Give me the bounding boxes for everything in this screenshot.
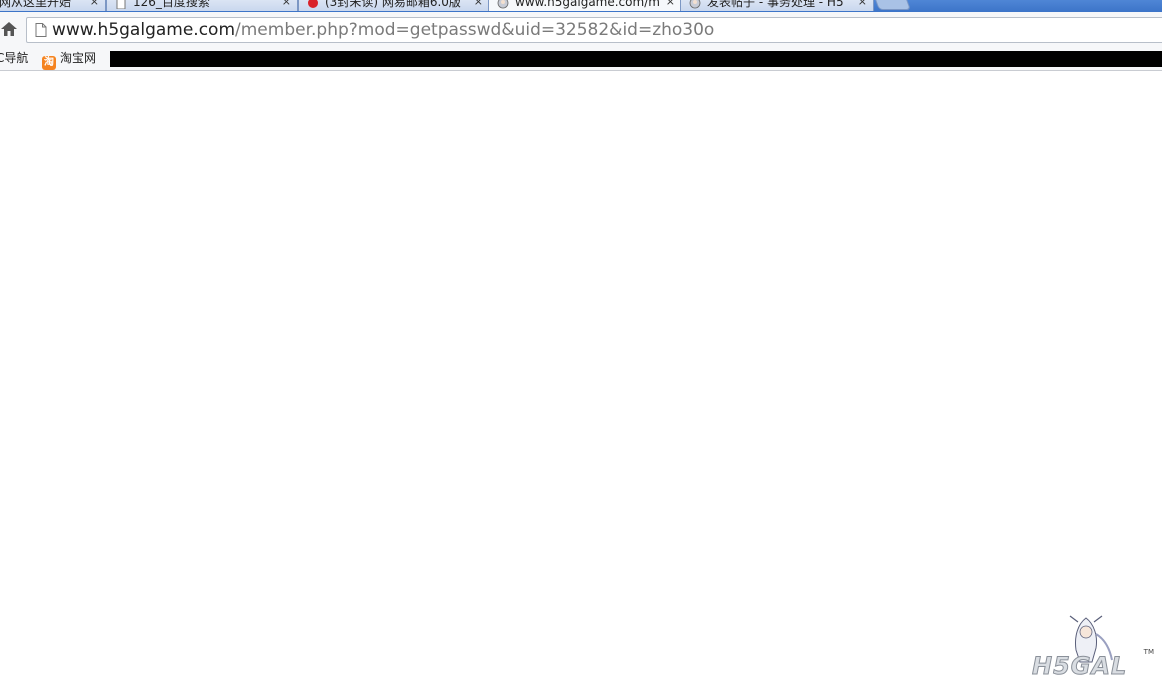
- tab-strip: 网从这里开始 × 126_百度搜索 × (3封未读) 网易邮箱6.0版 × ww…: [0, 0, 1162, 12]
- tab-title: www.h5galgame.com/m: [515, 0, 659, 9]
- browser-toolbar: www.h5galgame.com/member.php?mod=getpass…: [0, 12, 1162, 46]
- tab-title: 126_百度搜索: [133, 0, 210, 9]
- bookmark-label: C导航: [0, 51, 29, 65]
- browser-window: 网从这里开始 × 126_百度搜索 × (3封未读) 网易邮箱6.0版 × ww…: [0, 0, 1162, 686]
- page-icon: [35, 23, 47, 37]
- tab-h5galgame-active[interactable]: www.h5galgame.com/m ×: [488, 0, 682, 11]
- bookmark-c-nav[interactable]: C导航: [0, 46, 28, 70]
- new-tab-button[interactable]: [873, 0, 911, 10]
- tab-start-page[interactable]: 网从这里开始 ×: [0, 0, 106, 11]
- redacted-bookmarks: [110, 51, 1162, 67]
- url-text[interactable]: www.h5galgame.com/member.php?mod=getpass…: [52, 18, 714, 42]
- page-icon: [116, 0, 126, 9]
- logo-text: H5GAL: [1031, 652, 1128, 681]
- tab-title: 网从这里开始: [0, 0, 72, 9]
- tab-title: 发表帖子 - 事务处理 - H5: [707, 0, 844, 9]
- tab-post-thread[interactable]: 发表帖子 - 事务处理 - H5 ×: [680, 0, 874, 11]
- bookmark-taobao[interactable]: 淘淘宝网: [42, 46, 96, 70]
- bookmarks-bar: C导航 淘淘宝网: [0, 46, 1162, 71]
- page-content: H5GAL TM: [0, 71, 1162, 686]
- tab-close-icon[interactable]: ×: [474, 0, 483, 11]
- tab-title: (3封未读) 网易邮箱6.0版: [325, 0, 461, 9]
- tab-baidu-search[interactable]: 126_百度搜索 ×: [106, 0, 298, 11]
- url-host: www.h5galgame.com: [52, 20, 236, 40]
- logo-trademark: TM: [1143, 648, 1154, 656]
- bookmark-label: 淘宝网: [60, 51, 97, 65]
- anime-avatar-icon: [497, 0, 509, 9]
- address-bar[interactable]: www.h5galgame.com/member.php?mod=getpass…: [26, 17, 1162, 43]
- taobao-icon: 淘: [42, 56, 56, 70]
- netease-mail-icon: [308, 0, 318, 8]
- tab-close-icon[interactable]: ×: [858, 0, 867, 11]
- h5gal-logo: H5GAL TM: [1030, 614, 1158, 682]
- tab-close-icon[interactable]: ×: [666, 0, 675, 11]
- url-path: /member.php?mod=getpasswd&uid=32582&id=z…: [235, 20, 715, 40]
- tab-close-icon[interactable]: ×: [282, 0, 291, 11]
- tab-close-icon[interactable]: ×: [90, 0, 99, 11]
- anime-avatar-icon: [689, 0, 701, 9]
- home-icon[interactable]: [0, 20, 18, 38]
- tab-netease-mail[interactable]: (3封未读) 网易邮箱6.0版 ×: [298, 0, 490, 11]
